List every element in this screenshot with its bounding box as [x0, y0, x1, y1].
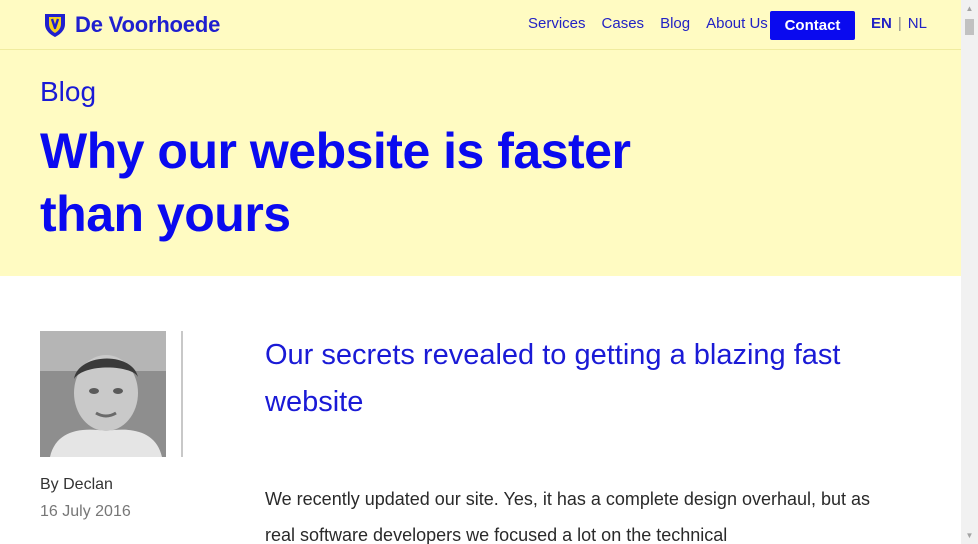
nav-link-about-us[interactable]: About Us: [706, 15, 768, 32]
page: De Voorhoede Services Cases Blog About U…: [0, 0, 961, 544]
main-nav: Services Cases Blog About Us: [528, 15, 784, 32]
page-title: Why our website is faster than yours: [40, 123, 631, 242]
nav-link-cases[interactable]: Cases: [602, 15, 645, 32]
scrollbar-thumb[interactable]: [965, 19, 974, 35]
post-date: 16 July 2016: [40, 503, 131, 520]
author-divider: [181, 331, 183, 457]
author-avatar: [40, 331, 166, 457]
lang-en-link[interactable]: EN: [871, 15, 892, 32]
lang-nl-link[interactable]: NL: [908, 15, 927, 32]
article-subheading: Our secrets revealed to getting a blazin…: [265, 339, 841, 418]
nav-link-blog[interactable]: Blog: [660, 15, 690, 32]
scroll-down-arrow-icon[interactable]: ▼: [961, 527, 978, 544]
author-photo: [40, 331, 166, 457]
brand-logo-link[interactable]: De Voorhoede: [43, 11, 220, 39]
hero-banner: Blog Why our website is faster than your…: [0, 50, 961, 276]
article-intro-paragraph: We recently updated our site. Yes, it ha…: [265, 489, 871, 544]
hero-kicker[interactable]: Blog: [40, 76, 96, 108]
scroll-up-arrow-icon[interactable]: ▲: [961, 0, 978, 17]
contact-button[interactable]: Contact: [770, 11, 855, 40]
language-switcher: EN | NL: [871, 15, 927, 32]
vertical-scrollbar[interactable]: ▲ ▼: [961, 0, 978, 544]
logo-shield-icon: [45, 14, 65, 37]
brand-name: De Voorhoede: [75, 12, 221, 37]
nav-link-services[interactable]: Services: [528, 15, 586, 32]
top-navigation-bar: De Voorhoede Services Cases Blog About U…: [0, 0, 961, 50]
lang-separator: |: [897, 15, 902, 32]
author-byline: By Declan: [40, 476, 113, 493]
